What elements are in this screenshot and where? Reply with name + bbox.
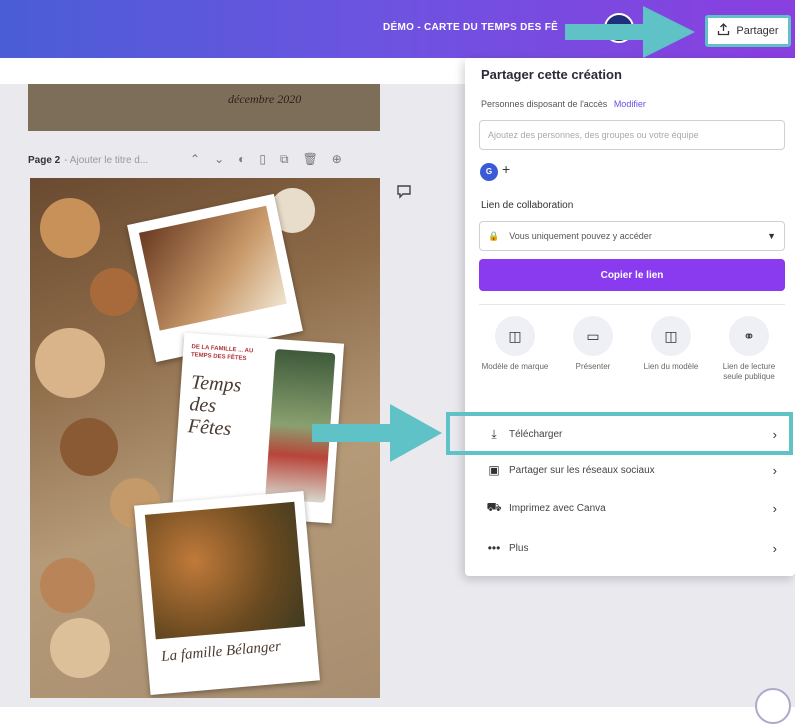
document-title[interactable]: DÉMO - CARTE DU TEMPS DES FÊ	[383, 22, 558, 33]
shortcut-view-link[interactable]: ⚭ Lien de lecture seule publique	[713, 316, 785, 382]
collab-link-label: Lien de collaboration	[481, 200, 574, 211]
cookie-decoration	[35, 328, 105, 398]
add-people-input[interactable]: Ajoutez des personnes, des groupes ou vo…	[479, 120, 785, 150]
shortcut-label: Présenter	[575, 362, 611, 371]
option-more[interactable]: ••• Plus ›	[479, 530, 785, 566]
shortcut-label: Modèle de marque	[481, 362, 549, 371]
add-people-button[interactable]: +	[502, 161, 510, 177]
option-print[interactable]: ⛟ Imprimez avec Canva ›	[479, 490, 785, 526]
option-label: Imprimez avec Canva	[509, 502, 606, 514]
share-icon	[717, 23, 730, 39]
shortcut-brand-template[interactable]: ◫ Modèle de marque	[479, 316, 551, 372]
hide-icon[interactable]: ◐	[238, 152, 245, 167]
option-social[interactable]: ▣ Partager sur les réseaux sociaux ›	[479, 452, 785, 488]
delete-icon[interactable]: 🗑	[303, 152, 318, 167]
arrow-to-download-icon	[312, 404, 442, 462]
permissions-row: Personnes disposant de l'accès Modifier	[481, 99, 646, 109]
option-label: Plus	[509, 542, 529, 554]
download-highlight-box	[446, 412, 793, 455]
signature: La famille Bélanger	[160, 638, 282, 665]
page-title-input[interactable]: - Ajouter le titre d...	[64, 155, 148, 166]
cookie-decoration	[50, 618, 110, 678]
more-icon: •••	[487, 541, 501, 555]
help-button[interactable]	[755, 688, 791, 724]
move-up-icon[interactable]: ⌃	[190, 152, 200, 167]
comment-icon[interactable]	[393, 182, 415, 204]
page-1-text: décembre 2020	[228, 92, 302, 106]
cookie-decoration	[60, 418, 118, 476]
social-icon: ▣	[488, 463, 500, 477]
lock-icon[interactable]: ▯	[259, 152, 266, 167]
card-header: DE LA FAMILLE ... AU TEMPS DES FÊTES	[190, 344, 254, 363]
share-panel: Partager cette création Personnes dispos…	[465, 58, 795, 576]
option-label: Partager sur les réseaux sociaux	[509, 464, 655, 476]
cookie-decoration	[40, 198, 100, 258]
present-icon: ▭	[573, 316, 613, 356]
template-link-icon: ◫	[651, 316, 691, 356]
shortcut-label: Lien du modèle	[643, 362, 699, 371]
template-icon: ◫	[495, 316, 535, 356]
polaroid-photo-3[interactable]: La famille Bélanger	[134, 490, 320, 696]
cookie-decoration	[90, 268, 138, 316]
page-2-label: Page 2	[28, 154, 61, 166]
card-title: Temps des Fêtes	[187, 371, 243, 441]
print-icon: ⛟	[486, 500, 502, 514]
divider	[479, 304, 785, 305]
collab-access-value: Vous uniquement pouvez y accéder	[509, 231, 652, 241]
add-page-icon[interactable]: ⊕	[332, 152, 342, 167]
shortcut-template-link[interactable]: ◫ Lien du modèle	[635, 316, 707, 372]
cookie-decoration	[40, 558, 95, 613]
permissions-text: Personnes disposant de l'accès	[481, 99, 608, 109]
photo-gingerbread	[144, 501, 306, 640]
photo-drinks	[138, 205, 287, 331]
page-tools: ⌃ ⌄ ◐ ▯ ⧉ 🗑 ⊕	[190, 152, 342, 167]
modify-permissions-link[interactable]: Modifier	[614, 99, 646, 109]
collab-access-select[interactable]: 🔒 Vous uniquement pouvez y accéder ▼	[479, 221, 785, 251]
chevron-right-icon: ›	[772, 462, 777, 478]
lock-icon: 🔒	[488, 230, 500, 241]
chevron-right-icon: ›	[772, 500, 777, 516]
chevron-right-icon: ›	[772, 540, 777, 556]
chevron-down-icon: ▼	[767, 231, 776, 241]
arrow-to-share-icon	[565, 6, 695, 58]
move-down-icon[interactable]: ⌄	[214, 152, 224, 167]
share-button[interactable]: Partager	[705, 15, 791, 47]
duplicate-icon[interactable]: ⧉	[280, 152, 289, 167]
copy-link-button[interactable]: Copier le lien	[479, 259, 785, 291]
shortcut-present[interactable]: ▭ Présenter	[557, 316, 629, 372]
user-avatar: G	[480, 163, 498, 181]
view-link-icon: ⚭	[729, 316, 769, 356]
page-1-thumbnail[interactable]: décembre 2020	[28, 84, 380, 131]
share-panel-title: Partager cette création	[481, 67, 622, 82]
share-label: Partager	[736, 25, 779, 37]
shortcut-label: Lien de lecture seule publique	[722, 362, 776, 381]
